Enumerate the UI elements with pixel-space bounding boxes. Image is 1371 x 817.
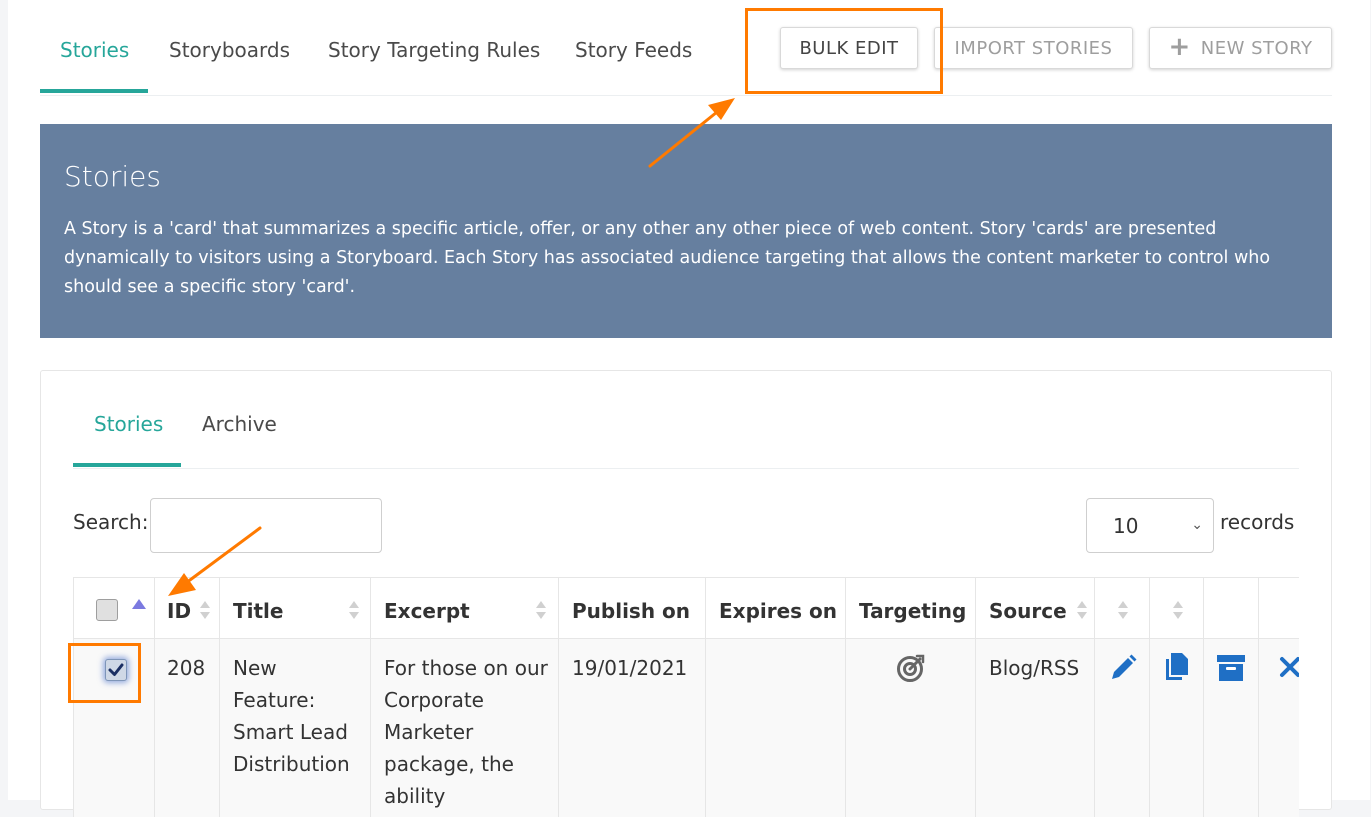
header-archive — [1204, 577, 1259, 639]
table-cell-targeting — [846, 639, 976, 817]
cell-publish-on: 19/01/2021 — [572, 656, 688, 680]
table-cell-source: Blog/RSS — [976, 639, 1095, 817]
sort-icon — [199, 599, 211, 621]
records-per-page-select[interactable]: 10 ⌄ — [1086, 498, 1214, 553]
cell-excerpt: For those on our Corporate Marketer pack… — [384, 656, 548, 808]
active-tab-indicator — [40, 89, 148, 93]
sort-icon — [348, 599, 360, 621]
new-story-label: NEW STORY — [1200, 37, 1313, 59]
header-title[interactable]: Title — [220, 577, 371, 639]
tab-story-feeds[interactable]: Story Feeds — [575, 38, 692, 62]
table-cell-delete — [1259, 639, 1299, 817]
sort-icon — [1172, 599, 1184, 621]
header-expires-on-label: Expires on — [719, 599, 838, 623]
cell-id: 208 — [167, 656, 206, 680]
info-banner: Stories A Story is a 'card' that summari… — [40, 124, 1332, 338]
table-cell-id: 208 — [155, 639, 220, 817]
inner-tabs-divider — [73, 468, 1299, 469]
header-id[interactable]: ID — [155, 577, 220, 639]
header-targeting[interactable]: Targeting — [846, 577, 976, 639]
tab-story-targeting-rules[interactable]: Story Targeting Rules — [328, 38, 540, 62]
header-source[interactable]: Source — [976, 577, 1095, 639]
header-select-all — [73, 577, 155, 639]
copy-icon[interactable] — [1162, 651, 1192, 683]
records-label: records — [1220, 510, 1295, 534]
archive-icon[interactable] — [1216, 653, 1246, 683]
header-copy[interactable] — [1150, 577, 1204, 639]
header-excerpt[interactable]: Excerpt — [371, 577, 559, 639]
table-cell-publish-on: 19/01/2021 — [559, 639, 706, 817]
sort-icon — [1076, 599, 1088, 621]
inner-tab-archive[interactable]: Archive — [202, 412, 277, 436]
tab-stories[interactable]: Stories — [60, 38, 129, 62]
header-title-label: Title — [233, 599, 284, 623]
new-story-button[interactable]: + NEW STORY — [1149, 27, 1332, 69]
select-all-checkbox[interactable] — [96, 599, 118, 621]
sort-icon — [1117, 599, 1129, 621]
cell-title: New Feature: Smart Lead Distribution — [233, 656, 350, 776]
tab-storyboards[interactable]: Storyboards — [169, 38, 290, 62]
table-cell-expires-on — [706, 639, 846, 817]
page: Stories Storyboards Story Targeting Rule… — [8, 0, 1370, 817]
banner-description: A Story is a 'card' that summarizes a sp… — [64, 219, 1271, 297]
checkbox-highlight-box — [68, 643, 141, 703]
bulk-edit-highlight-box — [745, 8, 943, 94]
tabs-divider — [40, 95, 1332, 96]
header-delete — [1259, 577, 1299, 639]
header-id-label: ID — [167, 599, 192, 623]
table-cell-copy — [1150, 639, 1204, 817]
chevron-down-icon: ⌄ — [1191, 517, 1203, 533]
table-cell-excerpt: For those on our Corporate Marketer pack… — [371, 639, 559, 817]
cell-source: Blog/RSS — [989, 656, 1080, 680]
header-publish-on-label: Publish on — [572, 599, 691, 623]
sort-icon — [535, 599, 547, 621]
search-input[interactable] — [150, 498, 382, 553]
table-cell-edit — [1095, 639, 1150, 817]
target-icon[interactable] — [896, 653, 926, 683]
header-targeting-label: Targeting — [859, 599, 967, 623]
header-publish-on[interactable]: Publish on — [559, 577, 706, 639]
header-expires-on[interactable]: Expires on — [706, 577, 846, 639]
header-excerpt-label: Excerpt — [384, 599, 470, 623]
search-label: Search: — [73, 510, 149, 534]
stories-table: ID Title Excerpt Publish on Expires on T… — [73, 577, 1299, 817]
inner-active-tab-indicator — [73, 463, 181, 467]
delete-icon[interactable] — [1278, 655, 1299, 679]
records-selected-value: 10 — [1113, 513, 1139, 538]
header-edit[interactable] — [1095, 577, 1150, 639]
table-cell-archive — [1204, 639, 1259, 817]
import-stories-label: IMPORT STORIES — [954, 37, 1113, 59]
banner-title: Stories — [64, 160, 161, 193]
import-stories-button[interactable]: IMPORT STORIES — [934, 27, 1133, 69]
inner-tab-stories[interactable]: Stories — [94, 412, 163, 436]
plus-icon: + — [1168, 31, 1191, 62]
table-cell-title: New Feature: Smart Lead Distribution — [220, 639, 371, 817]
sort-asc-icon[interactable] — [132, 599, 146, 609]
header-source-label: Source — [989, 599, 1067, 623]
edit-icon[interactable] — [1108, 653, 1138, 683]
